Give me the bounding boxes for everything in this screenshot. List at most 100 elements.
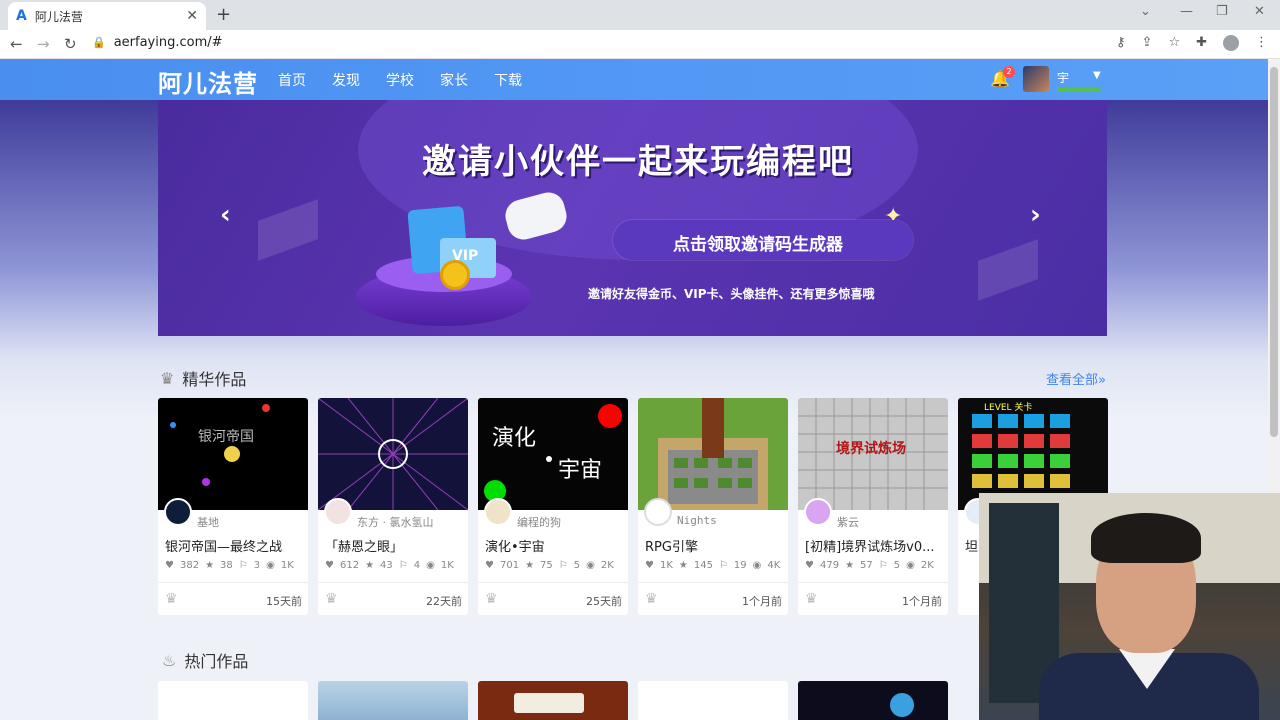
chevron-down-icon[interactable]: ▼: [1093, 70, 1101, 81]
flame-icon: ♨: [162, 650, 177, 670]
work-thumbnail: 演化 宇宙: [478, 398, 628, 510]
nav-school[interactable]: 学校: [386, 70, 414, 90]
avatar[interactable]: [804, 498, 832, 526]
nav-discover[interactable]: 发现: [332, 70, 360, 90]
hot-work-card[interactable]: [478, 681, 628, 720]
site-logo[interactable]: 阿儿法营: [158, 64, 258, 99]
banner-prev-arrow-icon[interactable]: ‹: [220, 200, 231, 230]
card-time: 25天前: [586, 595, 622, 608]
reload-icon[interactable]: ↻: [64, 35, 77, 53]
nav-parents[interactable]: 家长: [440, 70, 468, 90]
planet-dot: [202, 478, 210, 486]
work-card[interactable]: 境界试炼场 紫云 [初精]境界试炼场v0... ♥ 479 ★ 57 ⚐ 5 ◉ 2K …: [798, 398, 948, 615]
work-card[interactable]: 东方 · 氯水氢山 「赫恩之眼」 ♥ 612 ★ 43 ⚐ 4 ◉ 1K ♛ 22天前: [318, 398, 468, 615]
likes-count: 382: [179, 560, 200, 571]
hot-work-card[interactable]: [798, 681, 948, 720]
work-card[interactable]: 演化 宇宙 编程的狗 演化•宇宙 ♥ 701 ★ 75 ⚐ 5 ◉ 2K ♛ 25天前: [478, 398, 628, 615]
hot-work-card[interactable]: [158, 681, 308, 720]
planet-dot: [262, 404, 270, 412]
notification-badge: 2: [1003, 66, 1015, 78]
card-author[interactable]: 紫云: [837, 514, 859, 530]
new-tab-button[interactable]: +: [216, 4, 231, 25]
views-count: 2K: [600, 560, 614, 571]
star-icon: ★: [678, 560, 688, 571]
invite-code-button[interactable]: 点击领取邀请码生成器: [613, 220, 913, 260]
heart-icon: ♥: [645, 560, 654, 571]
views-count: 4K: [767, 560, 781, 571]
banner-subtitle: 邀请好友得金币、VIP卡、头像挂件、还有更多惊喜哦: [588, 287, 875, 301]
main-nav: 首页 发现 学校 家长 下载: [278, 70, 522, 90]
card-divider: [798, 582, 948, 583]
forks-count: 5: [893, 560, 901, 571]
puzzle-icon[interactable]: ✚: [1196, 35, 1207, 51]
eye-icon: ◉: [752, 560, 762, 571]
user-level-bar: [1057, 88, 1101, 91]
eye-icon: ◉: [426, 560, 435, 571]
tab-close-icon[interactable]: ✕: [186, 8, 198, 24]
card-stats: ♥ 612 ★ 43 ⚐ 4 ◉ 1K: [325, 560, 454, 571]
card-author[interactable]: Nights: [677, 514, 717, 527]
url-text: aerfaying.com/#: [113, 35, 223, 50]
card-author[interactable]: 基地: [197, 514, 219, 530]
card-author[interactable]: 东方 · 氯水氢山: [357, 514, 434, 530]
banner-next-arrow-icon[interactable]: ›: [1030, 200, 1041, 230]
work-card[interactable]: 银河帝国 基地 银河帝国—最终之战 ♥ 382 ★ 38 ⚐ 3 ◉ 1K ♛ 15天前: [158, 398, 308, 615]
avatar[interactable]: [164, 498, 192, 526]
planet-dot: [170, 422, 176, 428]
heart-icon: ♥: [325, 560, 334, 571]
address-bar: ← → ↻ 🔒 aerfaying.com/# ⚷ ⇪ ☆ ✚ ⋮: [0, 30, 1280, 59]
eye-icon: ◉: [586, 560, 595, 571]
card-stats: ♥ 382 ★ 38 ⚐ 3 ◉ 1K: [165, 560, 294, 571]
fork-icon: ⚐: [558, 560, 568, 571]
featured-title-text: 精华作品: [182, 370, 247, 389]
avatar[interactable]: [644, 498, 672, 526]
card-author[interactable]: 编程的狗: [517, 514, 561, 530]
forks-count: 3: [253, 560, 261, 571]
hot-work-card[interactable]: [638, 681, 788, 720]
avatar[interactable]: [324, 498, 352, 526]
back-icon[interactable]: ←: [10, 35, 23, 53]
crown-icon: ♛: [165, 591, 178, 607]
user-avatar[interactable]: [1023, 66, 1049, 92]
view-all-link[interactable]: 查看全部»: [1046, 369, 1106, 388]
minimize-button[interactable]: —: [1180, 4, 1193, 19]
card-stats: ♥ 479 ★ 57 ⚐ 5 ◉ 2K: [805, 560, 934, 571]
forward-icon[interactable]: →: [37, 35, 50, 53]
star-icon[interactable]: ☆: [1168, 35, 1180, 51]
close-window-button[interactable]: ✕: [1254, 4, 1265, 19]
card-title[interactable]: RPG引擎: [645, 536, 698, 555]
menu-icon[interactable]: ⋮: [1255, 35, 1268, 51]
hot-work-card[interactable]: [318, 681, 468, 720]
browser-tab[interactable]: A 阿儿法营 ✕: [8, 2, 206, 30]
site-header: 阿儿法营 首页 发现 学校 家长 下载 🔔 2: [0, 59, 1280, 100]
nav-download[interactable]: 下载: [494, 70, 522, 90]
nav-home[interactable]: 首页: [278, 70, 306, 90]
chevron-down-icon[interactable]: ⌄: [1140, 4, 1151, 19]
work-card[interactable]: Nights RPG引擎 ♥ 1K ★ 145 ⚐ 19 ◉ 4K ♛ 1个月前: [638, 398, 788, 615]
planet-dot: [598, 404, 622, 428]
username[interactable]: 宇: [1057, 69, 1069, 86]
card-title[interactable]: 坦: [965, 536, 978, 555]
card-title[interactable]: [初精]境界试炼场v0...: [805, 536, 935, 555]
avatar[interactable]: [484, 498, 512, 526]
card-title[interactable]: 银河帝国—最终之战: [165, 536, 282, 555]
heart-icon: ♥: [485, 560, 494, 571]
site-favicon-icon: A: [16, 8, 27, 24]
fork-icon: ⚐: [878, 560, 888, 571]
card-divider: [158, 582, 308, 583]
share-icon[interactable]: ⇪: [1142, 35, 1153, 51]
card-title[interactable]: 「赫恩之眼」: [325, 536, 403, 555]
views-count: 1K: [280, 560, 294, 571]
scrollbar-thumb[interactable]: [1270, 67, 1278, 437]
key-icon[interactable]: ⚷: [1116, 35, 1126, 51]
fork-icon: ⚐: [238, 560, 248, 571]
featured-section-title: ♛ 精华作品: [160, 366, 246, 390]
promo-banner[interactable]: 邀请小伙伴一起来玩编程吧 VIP ✦ ✦ 点击领取邀请码生成器 邀请好友得金币、…: [158, 100, 1107, 336]
likes-count: 612: [339, 560, 360, 571]
forks-count: 5: [573, 560, 581, 571]
url-field[interactable]: 🔒 aerfaying.com/#: [92, 35, 223, 50]
maximize-button[interactable]: ❐: [1216, 4, 1228, 19]
profile-icon[interactable]: [1223, 35, 1239, 51]
lock-icon: 🔒: [92, 36, 106, 49]
card-title[interactable]: 演化•宇宙: [485, 536, 545, 555]
